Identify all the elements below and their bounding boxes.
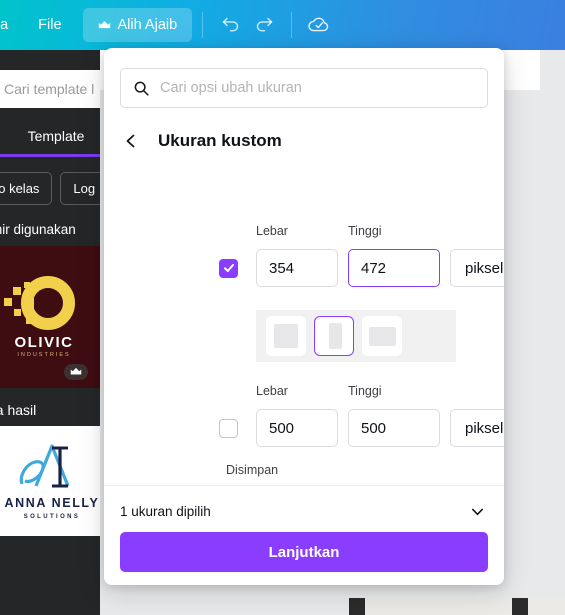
toolbar-divider-1 [202, 12, 204, 38]
unit-select-2[interactable]: piksel [450, 409, 504, 447]
top-toolbar: da File Alih Ajaib [0, 0, 565, 50]
width-input-1[interactable]: 354 [256, 249, 338, 287]
recently-used-label: khir digunakan [0, 222, 76, 237]
anna-nelly-monogram-icon [19, 444, 70, 488]
selection-summary-row[interactable]: 1 ukuran dipilih [120, 498, 488, 524]
continue-button[interactable]: Lanjutkan [120, 532, 488, 572]
size-row-1: 354 472 piksel [219, 249, 504, 287]
height-label-2: Tinggi [348, 384, 382, 398]
crown-icon [98, 20, 111, 31]
anna-brand-name: ANNA NELLY [4, 496, 100, 510]
resize-search-input[interactable]: Cari opsi ubah ukuran [120, 68, 488, 108]
orientation-square-option[interactable] [266, 316, 306, 356]
template-thumb-center[interactable] [365, 598, 565, 615]
magic-switch-label: Alih Ajaib [117, 17, 178, 33]
olivic-brand-subtitle: INDUSTRIES [17, 352, 71, 358]
olivic-brand-name: OLIVIC [14, 334, 74, 351]
orientation-portrait-option[interactable] [314, 316, 354, 356]
template-card-olivic[interactable]: OLIVIC INDUSTRIES [0, 246, 100, 388]
size-row-2-labels: Lebar Tinggi [256, 384, 382, 398]
resize-panel-body: Cari opsi ubah ukuran Ukuran kustom Leba… [104, 48, 504, 512]
olivic-logo-icon [4, 276, 75, 330]
orientation-selector [256, 310, 456, 362]
panel-header: Ukuran kustom [120, 126, 488, 156]
template-thumbnail-row [100, 598, 565, 615]
template-thumb-edge-left[interactable] [349, 598, 365, 615]
width-input-2[interactable]: 500 [256, 409, 338, 447]
unit-select-1[interactable]: piksel [450, 249, 504, 287]
anna-brand-subtitle: SOLUTIONS [23, 514, 81, 520]
anna-nelly-card-content: ANNA NELLY SOLUTIONS [0, 426, 100, 536]
file-menu-item[interactable]: File [23, 8, 76, 42]
width-label-2: Lebar [256, 384, 288, 398]
toolbar-right-gap [540, 50, 565, 90]
chevron-down-icon[interactable] [466, 500, 488, 522]
template-sidebar: Cari template l Template go kelas Log kh… [0, 50, 100, 615]
selection-count-label: 1 ukuran dipilih [120, 503, 211, 519]
resize-options-panel: Cari opsi ubah ukuran Ukuran kustom Leba… [104, 48, 504, 585]
home-menu-item[interactable]: da [0, 8, 23, 42]
chip-logo[interactable]: Log [60, 172, 100, 205]
size-row-1-labels: Lebar Tinggi [256, 224, 382, 238]
unit-select-2-value: piksel [465, 419, 504, 437]
size-row-2-checkbox[interactable] [219, 418, 238, 438]
width-label-1: Lebar [256, 224, 288, 238]
size-row-1-checkbox[interactable] [219, 258, 238, 278]
page-title: Ukuran kustom [158, 131, 282, 150]
height-label-1: Tinggi [348, 224, 382, 238]
toolbar-divider-2 [291, 12, 293, 38]
height-input-1[interactable]: 472 [348, 249, 440, 287]
crown-icon [64, 364, 88, 380]
panel-footer: 1 ukuran dipilih Lanjutkan [104, 485, 504, 585]
saved-sizes-label: Disimpan [226, 463, 279, 477]
sidebar-filter-chips: go kelas Log [0, 172, 100, 205]
template-thumb-edge-right[interactable] [512, 598, 528, 615]
all-results-label: ua hasil [0, 402, 37, 418]
chevron-left-icon[interactable] [120, 130, 142, 152]
magic-switch-button[interactable]: Alih Ajaib [82, 8, 193, 42]
search-icon [133, 80, 150, 97]
orientation-landscape-option[interactable] [362, 316, 402, 356]
undo-icon[interactable] [213, 8, 247, 42]
unit-select-1-value: piksel [465, 259, 504, 277]
redo-icon[interactable] [247, 8, 281, 42]
chip-go-kelas[interactable]: go kelas [0, 172, 53, 205]
cloud-check-icon[interactable] [302, 8, 336, 42]
height-input-2[interactable]: 500 [348, 409, 440, 447]
size-row-2: 500 500 piksel [219, 409, 504, 447]
resize-search-placeholder: Cari opsi ubah ukuran [160, 80, 302, 96]
tab-template[interactable]: Template [28, 128, 85, 153]
sidebar-search-input[interactable]: Cari template l [0, 70, 100, 108]
tab-active-underline [0, 154, 100, 157]
canva-editor-window: da File Alih Ajaib [0, 0, 565, 615]
